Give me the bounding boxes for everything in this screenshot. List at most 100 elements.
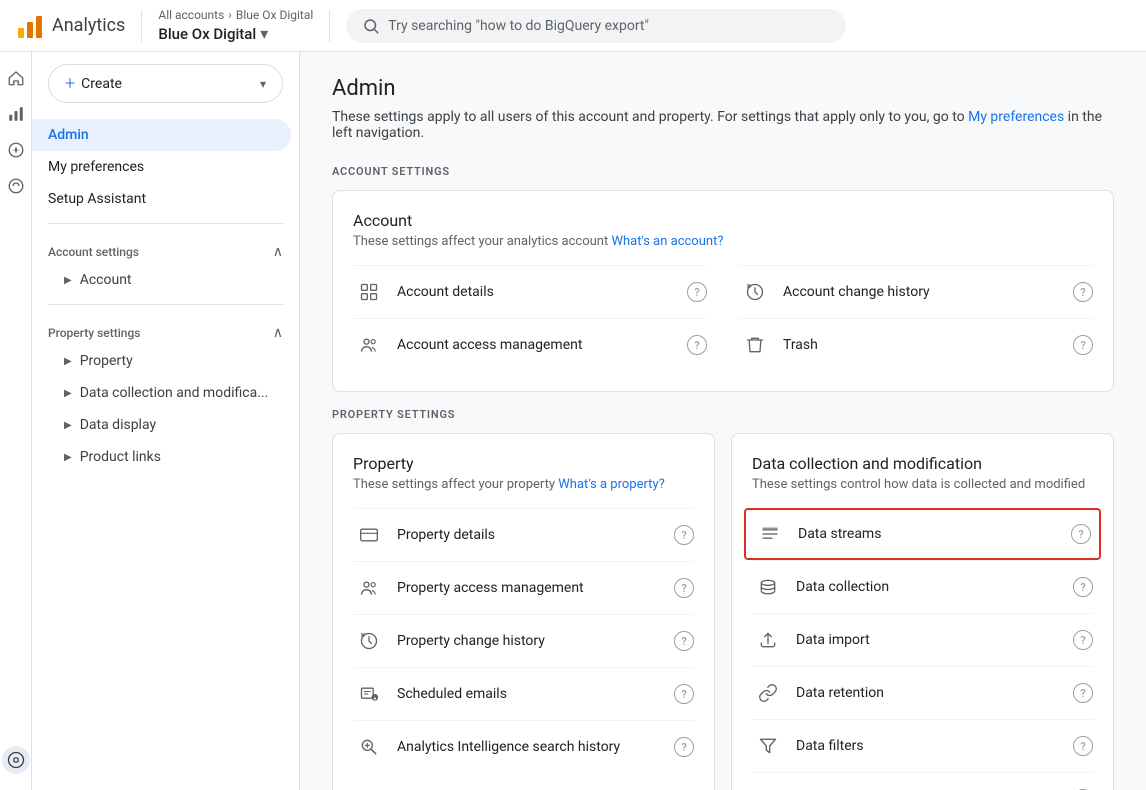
app-title: Analytics [52,15,125,36]
property-access-help-icon[interactable]: ? [674,578,694,598]
property-details-row[interactable]: Property details ? [353,508,694,561]
data-filters-help-icon[interactable]: ? [1073,736,1093,756]
property-card-desc: These settings affect your property What… [353,477,694,492]
create-button[interactable]: + Create ▾ [48,64,283,103]
property-details-label: Property details [397,527,674,543]
data-import-row[interactable]: Data import ? [752,613,1093,666]
data-streams-help-icon[interactable]: ? [1071,524,1091,544]
topbar-divider [141,10,142,42]
advertising-icon-btn[interactable] [2,172,30,200]
account-sub-label: Account [80,272,132,288]
reports-icon-btn[interactable] [2,100,30,128]
data-retention-help-icon[interactable]: ? [1073,683,1093,703]
account-card-right: Account change history ? Trash ? [739,265,1093,371]
data-retention-label: Data retention [796,685,1073,701]
breadcrumb-account: Blue Ox Digital [236,8,313,22]
sidebar-item-product-links[interactable]: ▶ Product links [32,441,291,473]
explore-icon [7,141,25,159]
account-details-icon [353,276,385,308]
icon-rail [0,52,32,790]
search-icon [362,17,380,35]
scheduled-emails-icon: ● [353,678,385,710]
account-details-label: Account details [397,284,687,300]
property-settings-section-label: PROPERTY SETTINGS [332,408,1114,421]
sidebar-item-data-display[interactable]: ▶ Data display [32,409,291,441]
account-expand-icon: ▶ [64,275,72,286]
data-streams-row[interactable]: Data streams ? [744,508,1101,560]
data-display-sub-label: Data display [80,417,156,433]
whats-a-property-link[interactable]: What's a property? [558,477,664,492]
sidebar-item-account[interactable]: ▶ Account [32,264,291,296]
whats-an-account-link[interactable]: What's an account? [611,234,723,249]
page-title: Admin [332,76,1114,101]
scheduled-emails-row[interactable]: ● Scheduled emails ? [353,667,694,720]
sidebar-item-setup-assistant[interactable]: Setup Assistant [32,183,291,215]
account-access-row[interactable]: Account access management ? [353,318,707,371]
property-settings-section-header[interactable]: Property settings ∧ [32,313,299,345]
analytics-intelligence-row[interactable]: Analytics Intelligence search history ? [353,720,694,773]
property-details-help-icon[interactable]: ? [674,525,694,545]
body: + Create ▾ Admin My preferences Setup As… [0,52,1146,790]
property-settings-chevron-icon: ∧ [273,325,283,341]
account-details-row[interactable]: Account details ? [353,265,707,318]
advertising-icon [7,177,25,195]
analytics-intelligence-help-icon[interactable]: ? [674,737,694,757]
explore-icon-btn[interactable] [2,136,30,164]
property-access-label: Property access management [397,580,674,596]
account-card-desc-text: These settings affect your analytics acc… [353,234,611,249]
account-chevron-icon: ▾ [260,24,268,43]
search-bar[interactable]: Try searching "how to do BigQuery export… [346,9,846,43]
property-change-history-row[interactable]: Property change history ? [353,614,694,667]
account-access-help-icon[interactable]: ? [687,335,707,355]
nav-divider-1 [48,223,283,224]
nav-sidebar: + Create ▾ Admin My preferences Setup As… [32,52,300,790]
analytics-intelligence-label: Analytics Intelligence search history [397,739,674,755]
property-card-title: Property [353,454,694,473]
data-collection-row[interactable]: Data collection ? [752,560,1093,613]
sidebar-item-admin[interactable]: Admin [32,119,291,151]
data-streams-icon [754,518,786,550]
account-settings-section-header[interactable]: Account settings ∧ [32,232,299,264]
data-deletion-row[interactable]: Data deletion requests ? [752,772,1093,790]
account-access-icon [353,329,385,361]
topbar-divider2 [329,10,330,42]
account-settings-chevron-icon: ∧ [273,244,283,260]
change-history-help-icon[interactable]: ? [1073,282,1093,302]
sidebar-item-my-preferences[interactable]: My preferences [32,151,291,183]
scheduled-emails-help-icon[interactable]: ? [674,684,694,704]
my-preferences-link[interactable]: My preferences [968,109,1064,125]
home-icon [7,69,25,87]
property-change-history-label: Property change history [397,633,674,649]
account-change-history-row[interactable]: Account change history ? [739,265,1093,318]
breadcrumb-all-accounts: All accounts [158,8,224,22]
analytics-intelligence-icon [353,731,385,763]
trash-help-icon[interactable]: ? [1073,335,1093,355]
account-details-help-icon[interactable]: ? [687,282,707,302]
svg-text:●: ● [373,696,376,702]
home-icon-btn[interactable] [2,64,30,92]
sidebar-my-preferences-label: My preferences [48,159,144,175]
account-selector-container[interactable]: All accounts › Blue Ox Digital Blue Ox D… [158,8,313,43]
product-links-expand-icon: ▶ [64,452,72,463]
data-import-label: Data import [796,632,1073,648]
admin-icon-btn[interactable] [2,746,30,774]
account-name: Blue Ox Digital [158,25,256,43]
logo: Analytics [16,12,125,40]
trash-icon [739,329,771,361]
data-collection-card-title: Data collection and modification [752,454,1093,473]
property-access-row[interactable]: Property access management ? [353,561,694,614]
account-settings-section-label: ACCOUNT SETTINGS [332,165,1114,178]
data-filters-row[interactable]: Data filters ? [752,719,1093,772]
breadcrumb-arrow: › [228,8,232,22]
data-retention-row[interactable]: Data retention ? [752,666,1093,719]
change-history-label: Account change history [783,284,1073,300]
account-selector[interactable]: Blue Ox Digital ▾ [158,24,313,43]
data-import-help-icon[interactable]: ? [1073,630,1093,650]
trash-row[interactable]: Trash ? [739,318,1093,371]
property-change-history-icon [353,625,385,657]
sidebar-item-data-collection[interactable]: ▶ Data collection and modifica... [32,377,291,409]
sidebar-item-property[interactable]: ▶ Property [32,345,291,377]
property-change-history-help-icon[interactable]: ? [674,631,694,651]
data-collection-help-icon[interactable]: ? [1073,577,1093,597]
page-desc-text: These settings apply to all users of thi… [332,109,968,125]
